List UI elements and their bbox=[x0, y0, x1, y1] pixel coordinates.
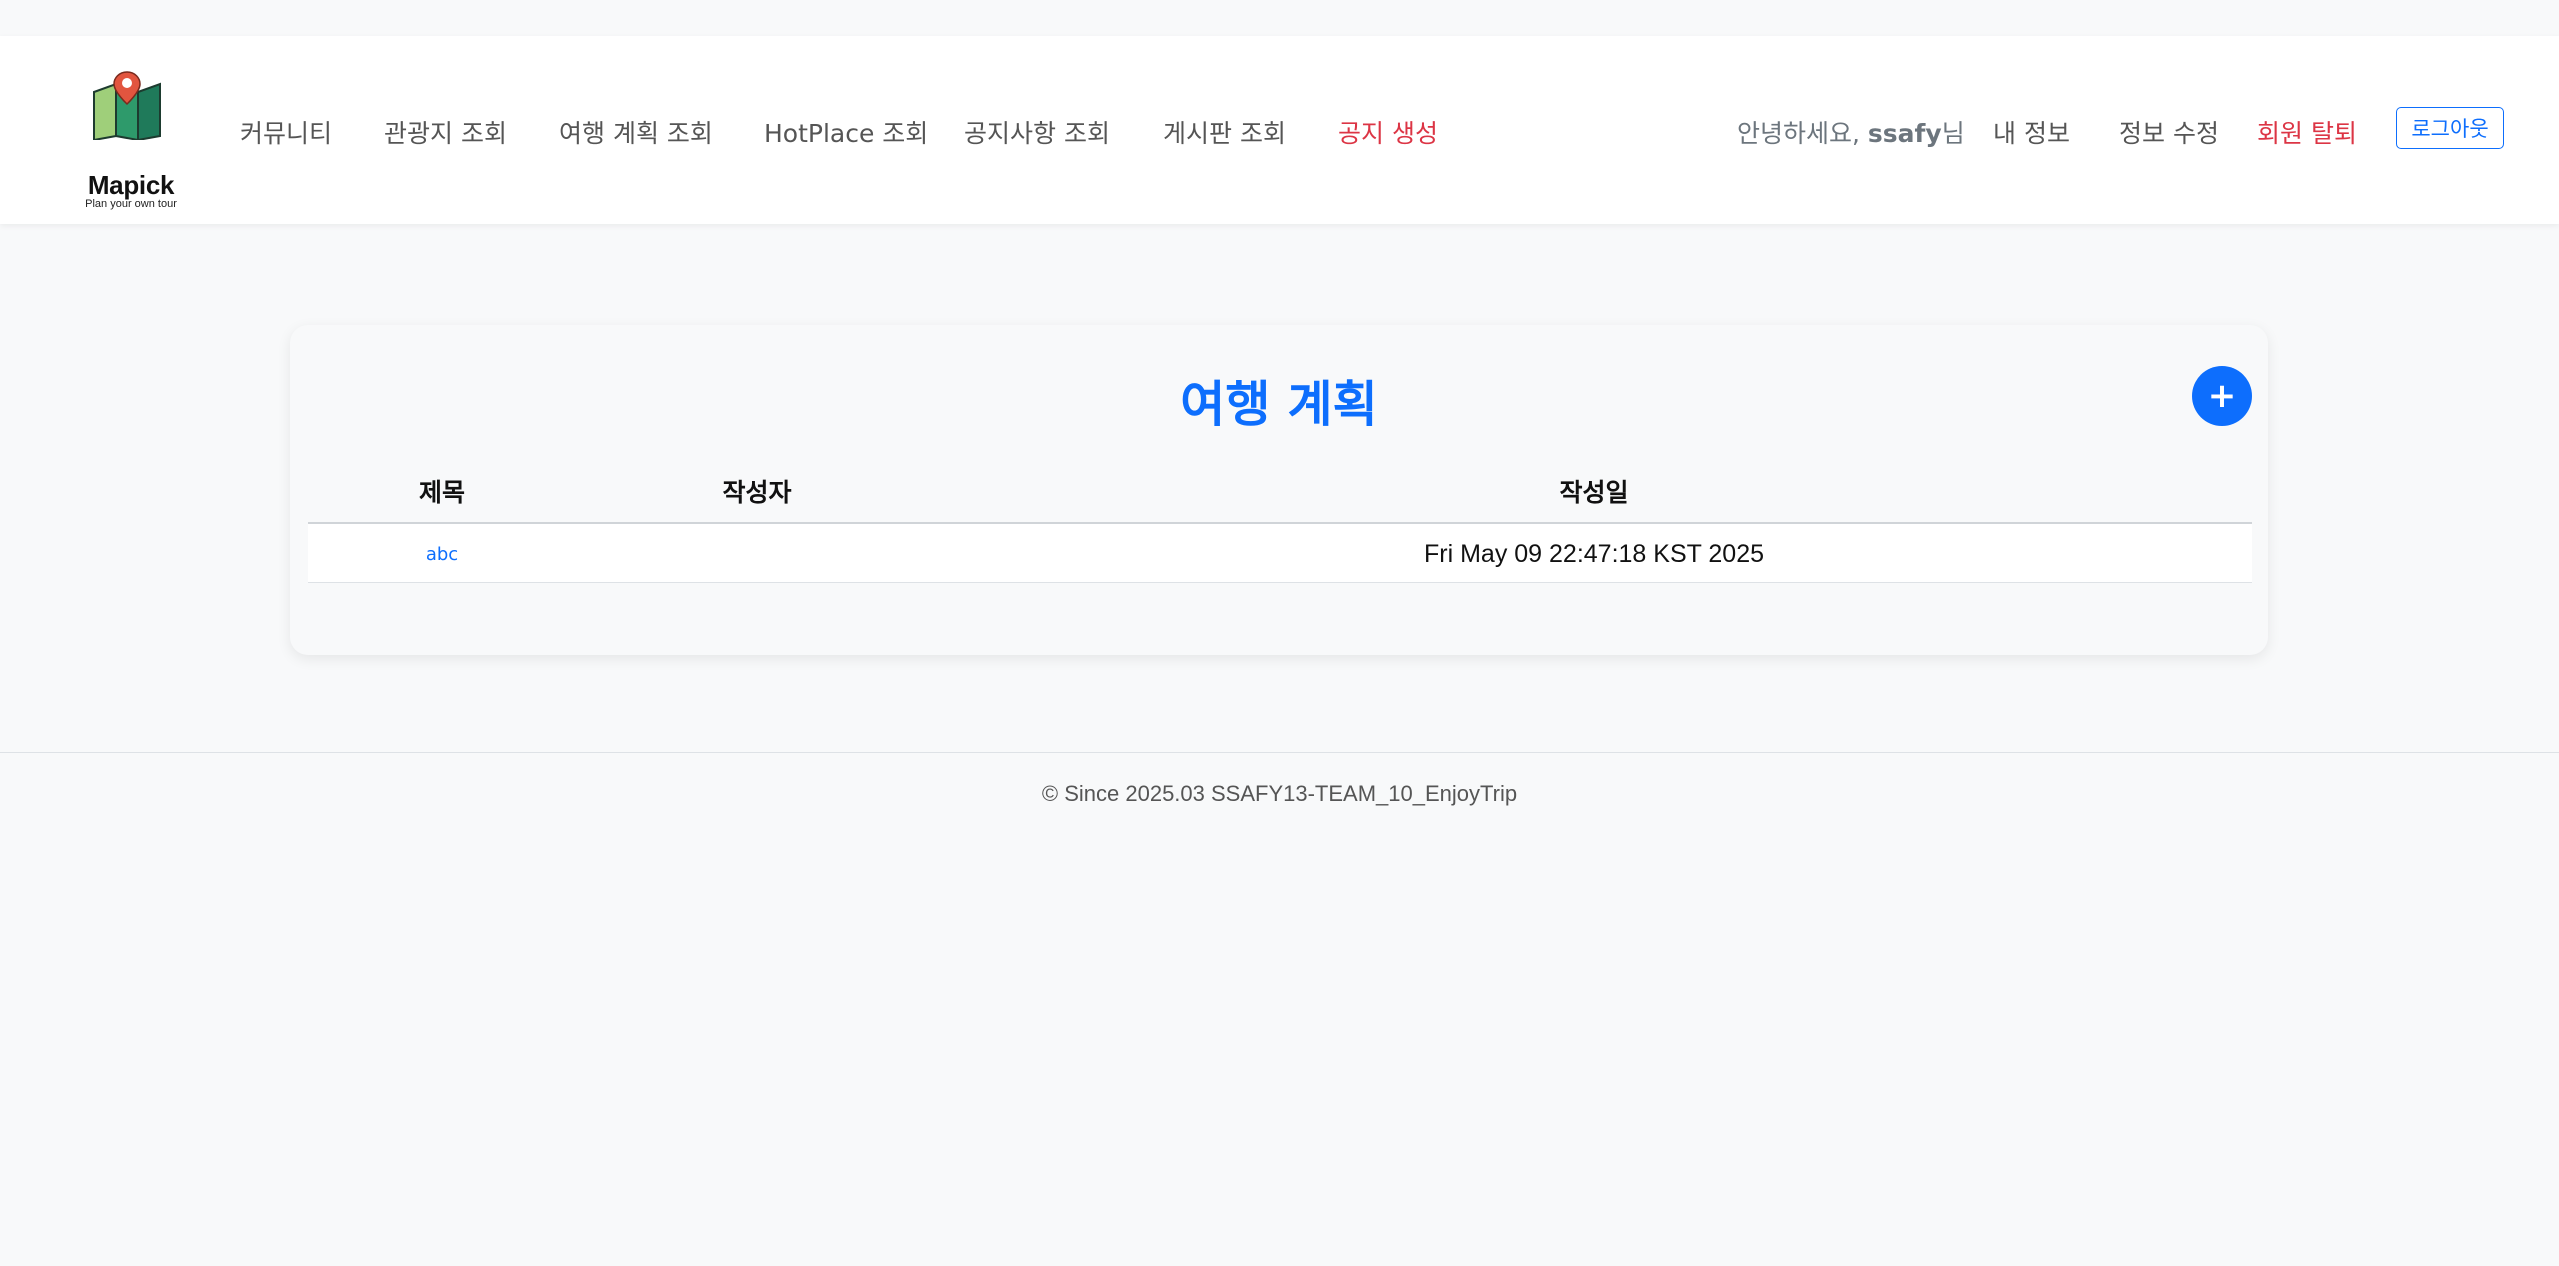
map-pin-icon bbox=[93, 71, 161, 140]
nav-notices[interactable]: 공지사항 조회 bbox=[964, 114, 1110, 150]
nav-community[interactable]: 커뮤니티 bbox=[240, 114, 332, 150]
plan-title-link[interactable]: abc bbox=[426, 544, 458, 565]
add-plan-button[interactable]: + bbox=[2192, 366, 2252, 426]
brand-name: Mapick bbox=[87, 170, 175, 200]
nav-board[interactable]: 게시판 조회 bbox=[1163, 114, 1286, 150]
plan-date: Fri May 09 22:47:18 KST 2025 bbox=[1423, 540, 1765, 568]
brand-logo[interactable]: Mapick Plan your own tour bbox=[78, 70, 184, 210]
page-title: 여행 계획 bbox=[1180, 376, 1378, 433]
brand-tagline: Plan your own tour bbox=[85, 198, 177, 210]
nav-edit-info[interactable]: 정보 수정 bbox=[2119, 114, 2219, 150]
greeting-prefix: 안녕하세요, bbox=[1737, 119, 1868, 148]
column-header-title: 제목 bbox=[418, 478, 466, 507]
plus-icon: + bbox=[2207, 376, 2237, 416]
nav-my-info[interactable]: 내 정보 bbox=[1993, 114, 2070, 150]
nav-hotplace[interactable]: HotPlace 조회 bbox=[764, 114, 928, 150]
nav-trip-plans[interactable]: 여행 계획 조회 bbox=[559, 114, 713, 150]
column-header-author: 작성자 bbox=[722, 478, 792, 507]
logout-button[interactable]: 로그아웃 bbox=[2396, 107, 2504, 149]
trip-plan-card: 여행 계획 + 제목 작성자 작성일 abc Fri May 09 22:47:… bbox=[290, 325, 2268, 655]
greeting-suffix: 님 bbox=[1941, 119, 1965, 148]
footer-copyright: © Since 2025.03 SSAFY13-TEAM_10_EnjoyTri… bbox=[1041, 781, 1518, 806]
top-navbar: Mapick Plan your own tour 커뮤니티 관광지 조회 여행… bbox=[0, 36, 2559, 224]
table-row[interactable]: abc Fri May 09 22:47:18 KST 2025 bbox=[308, 524, 2252, 583]
user-greeting: 안녕하세요, ssafy님 bbox=[1737, 114, 1965, 150]
nav-withdraw[interactable]: 회원 탈퇴 bbox=[2257, 114, 2357, 150]
nav-attractions[interactable]: 관광지 조회 bbox=[384, 114, 507, 150]
footer-divider bbox=[0, 752, 2559, 753]
column-header-date: 작성일 bbox=[1559, 478, 1629, 507]
username: ssafy bbox=[1867, 119, 1942, 148]
nav-create-notice[interactable]: 공지 생성 bbox=[1338, 114, 1438, 150]
